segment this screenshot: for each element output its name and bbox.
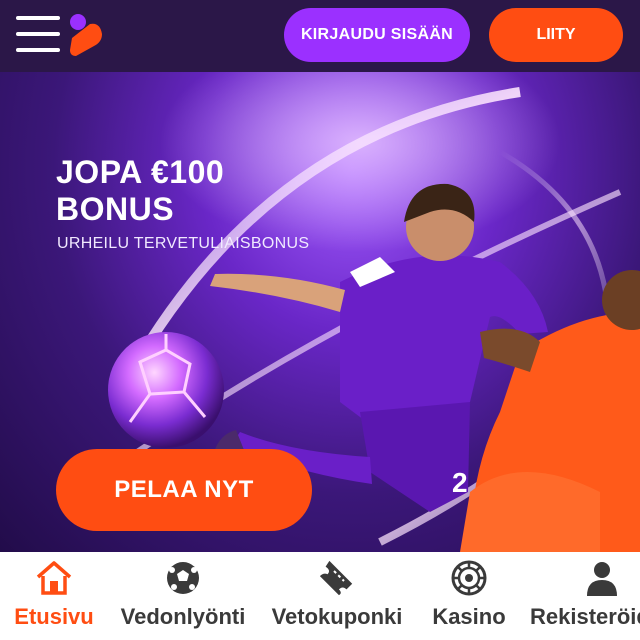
hero-banner: 2 JOPA €100 BONUS URHEILU TERVETULIAISBO… (0, 72, 640, 552)
nav-label: Etusivu (14, 604, 94, 629)
brand-logo[interactable] (64, 12, 108, 60)
nav-label: Rekisteröidy (530, 604, 640, 629)
hero-title-line-2: BONUS (56, 191, 175, 227)
menu-line (16, 16, 60, 20)
hero-subtitle: URHEILU TERVETULIAISBONUS (57, 235, 310, 252)
ticket-icon (317, 558, 357, 598)
home-icon (34, 558, 74, 598)
user-icon (582, 558, 622, 598)
hero-title: JOPA €100 BONUS (56, 154, 224, 228)
nav-item-betting[interactable]: Vedonlyönti (115, 552, 251, 640)
play-now-button[interactable]: PELAA NYT (56, 449, 312, 531)
roulette-icon (449, 558, 489, 598)
nav-label: Vedonlyönti (120, 604, 246, 629)
hamburger-menu-icon[interactable] (16, 14, 62, 54)
nav-item-home[interactable]: Etusivu (8, 552, 100, 640)
menu-line (16, 48, 60, 52)
nav-item-casino[interactable]: Kasino (428, 552, 510, 640)
nav-label: Vetokuponki (271, 604, 403, 629)
soccer-ball-icon (163, 558, 203, 598)
hero-title-line-1: JOPA €100 (56, 154, 225, 190)
top-bar: KIRJAUDU SISÄÄN LIITY (0, 0, 640, 72)
bottom-navigation: Etusivu Vedonlyönti Vetokuponki Kasino R… (0, 552, 640, 640)
jersey-number: 2 (452, 467, 468, 498)
nav-item-betslip[interactable]: Vetokuponki (266, 552, 408, 640)
football-image (108, 332, 224, 448)
join-button[interactable]: LIITY (489, 8, 623, 62)
menu-line (16, 32, 60, 36)
nav-label: Kasino (432, 604, 506, 629)
login-button[interactable]: KIRJAUDU SISÄÄN (284, 8, 470, 62)
nav-item-register[interactable]: Rekisteröidy (530, 552, 640, 640)
